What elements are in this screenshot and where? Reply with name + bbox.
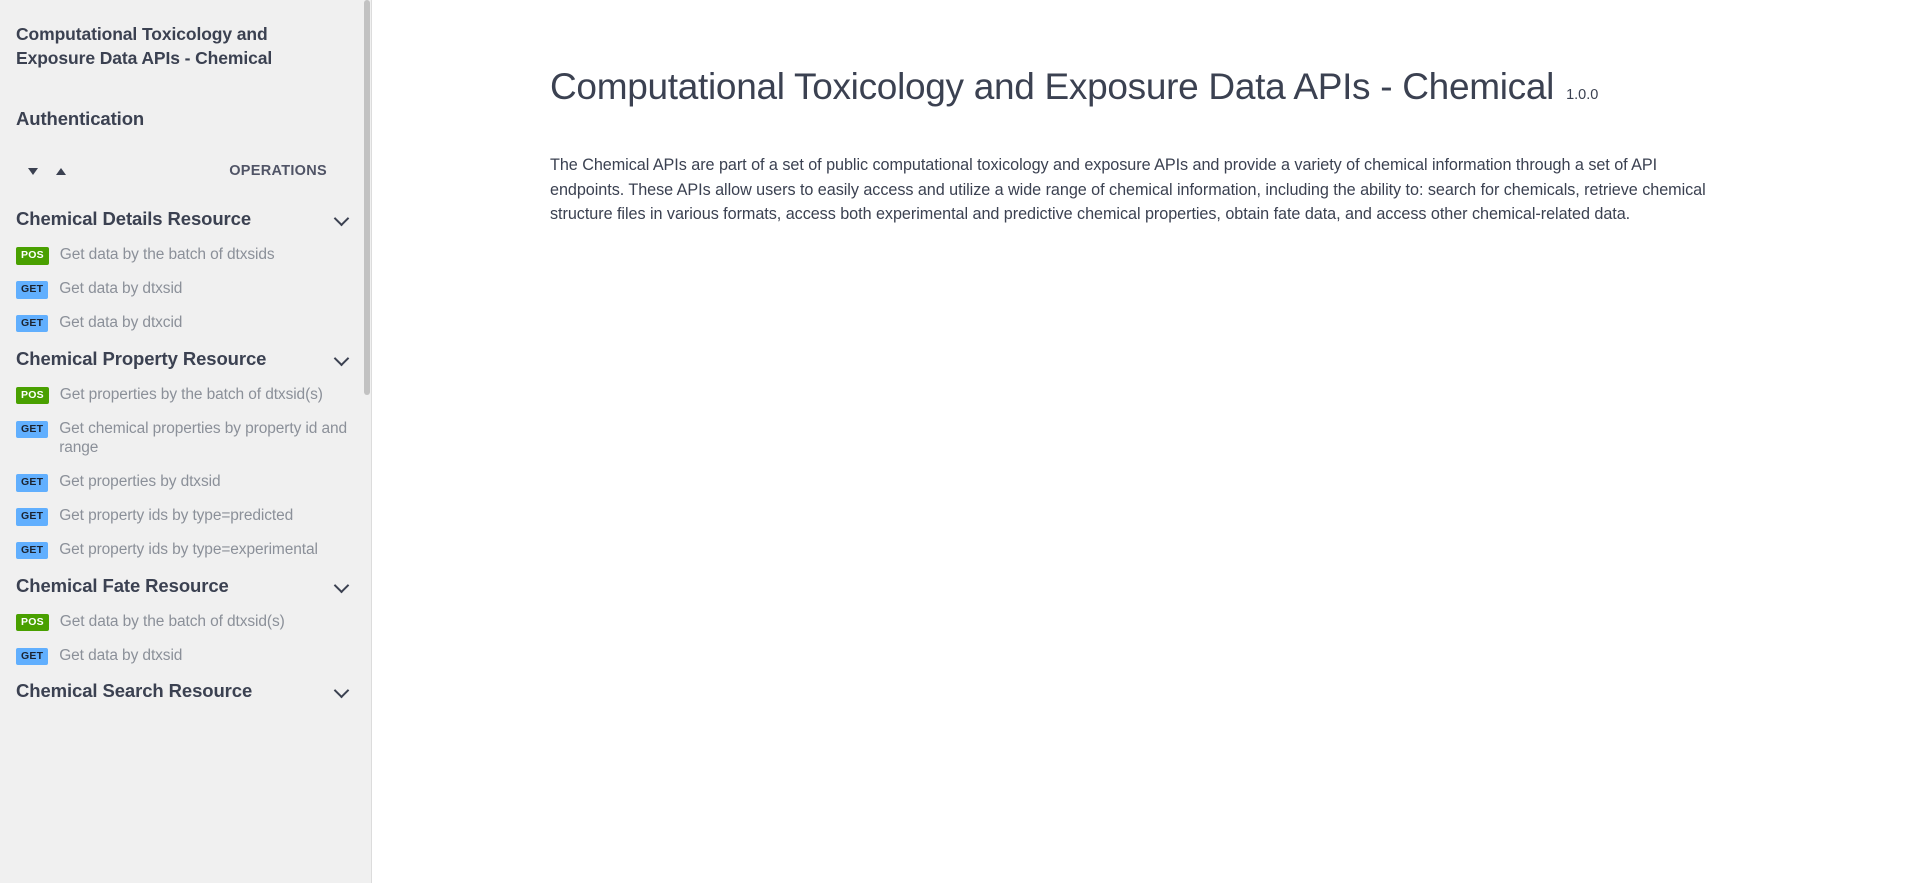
operation-label: Get data by the batch of dtxsid(s) (59, 612, 285, 630)
collapse-all-button[interactable] (50, 160, 72, 182)
operation-label: Get data by dtxsid (59, 646, 183, 664)
caret-down-icon (28, 167, 38, 175)
tag-name: Chemical Details Resource (16, 208, 252, 230)
operation-item[interactable]: GET Get property ids by type=experimenta… (0, 533, 371, 567)
tag-header-chemical-property-resource[interactable]: Chemical Property Resource (0, 340, 371, 378)
method-badge-get: GET (16, 314, 49, 333)
tag-header-chemical-fate-resource[interactable]: Chemical Fate Resource (0, 567, 371, 605)
tag-name: Chemical Property Resource (16, 347, 267, 369)
operation-label: Get properties by dtxsid (59, 473, 221, 491)
operation-label: Get property ids by type=predicted (59, 507, 294, 525)
api-title-row: Computational Toxicology and Exposure Da… (550, 40, 1742, 134)
operation-item[interactable]: GET Get properties by dtxsid (0, 465, 371, 499)
method-badge-get: GET (16, 647, 49, 666)
tag-group-chemical-search-resource: Chemical Search Resource (0, 672, 371, 710)
api-description: The Chemical APIs are part of a set of p… (550, 155, 1706, 224)
operation-label: Get data by the batch of dtxsids (59, 246, 275, 264)
caret-up-icon (56, 167, 66, 175)
sidebar-authentication-heading[interactable]: Authentication (0, 108, 371, 130)
operation-item[interactable]: POS Get data by the batch of dtxsids (0, 238, 371, 272)
method-badge-post: POS (16, 613, 49, 632)
sidebar-content: Computational Toxicology and Exposure Da… (0, 0, 371, 710)
main-inner: Computational Toxicology and Exposure Da… (372, 0, 1742, 227)
chevron-down-icon (335, 212, 349, 226)
operation-item[interactable]: GET Get chemical properties by property … (0, 412, 371, 466)
sidebar-scrollbar-track[interactable] (363, 0, 371, 883)
main-content: Computational Toxicology and Exposure Da… (372, 0, 1920, 883)
sidebar-api-title: Computational Toxicology and Exposure Da… (16, 24, 273, 69)
operation-label: Get properties by the batch of dtxsid(s) (59, 385, 323, 403)
operations-toolbar: OPERATIONS (0, 160, 371, 182)
tag-group-chemical-property-resource: Chemical Property Resource POS Get prope… (0, 340, 371, 567)
api-version-badge: 1.0.0 (1566, 86, 1599, 103)
method-badge-get: GET (16, 420, 49, 439)
operation-label: Get chemical properties by property id a… (59, 419, 348, 457)
operation-item[interactable]: GET Get property ids by type=predicted (0, 499, 371, 533)
tag-header-chemical-details-resource[interactable]: Chemical Details Resource (0, 200, 371, 238)
sidebar-scrollbar-thumb[interactable] (364, 0, 370, 395)
operation-label: Get property ids by type=experimental (59, 540, 318, 558)
operation-item[interactable]: GET Get data by dtxsid (0, 639, 371, 673)
method-badge-get: GET (16, 541, 49, 560)
page-title: Computational Toxicology and Exposure Da… (550, 65, 1555, 107)
tag-group-chemical-details-resource: Chemical Details Resource POS Get data b… (0, 200, 371, 339)
tag-name: Chemical Search Resource (16, 680, 253, 702)
method-badge-get: GET (16, 474, 49, 492)
operation-item[interactable]: GET Get data by dtxsid (0, 272, 371, 306)
operation-item[interactable]: POS Get data by the batch of dtxsid(s) (0, 605, 371, 639)
operation-label: Get data by dtxcid (59, 313, 183, 331)
method-badge-post: POS (16, 247, 49, 265)
method-badge-get: GET (16, 281, 49, 299)
operations-label: OPERATIONS (229, 163, 327, 180)
chevron-down-icon (335, 684, 349, 698)
chevron-down-icon (335, 352, 349, 366)
sidebar: Computational Toxicology and Exposure Da… (0, 0, 372, 883)
operation-label: Get data by dtxsid (59, 280, 183, 298)
method-badge-post: POS (16, 386, 49, 405)
app-root: Computational Toxicology and Exposure Da… (0, 0, 1920, 883)
operation-item[interactable]: GET Get data by dtxcid (0, 306, 371, 340)
method-badge-get: GET (16, 508, 49, 526)
tag-group-chemical-fate-resource: Chemical Fate Resource POS Get data by t… (0, 567, 371, 673)
operation-item[interactable]: POS Get properties by the batch of dtxsi… (0, 378, 371, 412)
tag-header-chemical-search-resource[interactable]: Chemical Search Resource (0, 672, 371, 710)
tag-name: Chemical Fate Resource (16, 574, 229, 596)
expand-all-button[interactable] (22, 160, 44, 182)
sidebar-nav-list: Chemical Details Resource POS Get data b… (0, 200, 371, 710)
chevron-down-icon (335, 579, 349, 593)
